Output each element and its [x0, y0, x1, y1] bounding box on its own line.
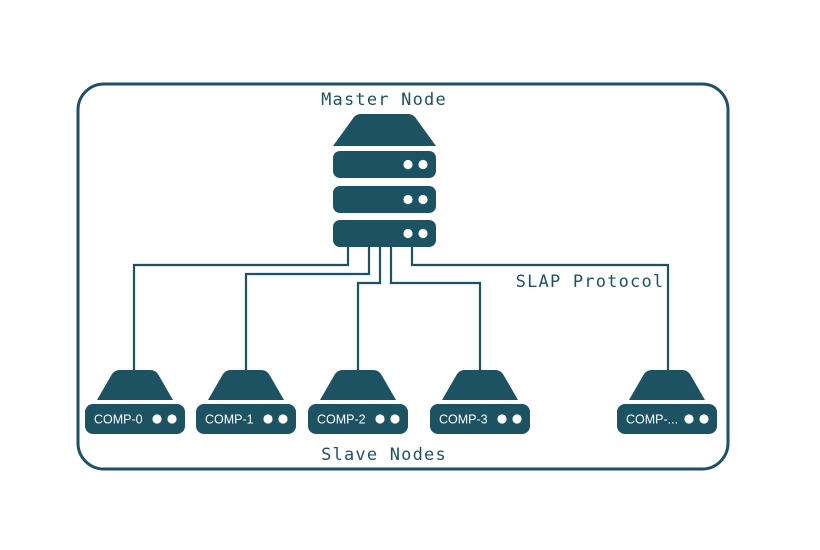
slave-node-comp-0[interactable]: COMP-0 [85, 370, 185, 434]
master-row-1-status-dot [418, 194, 428, 205]
master-node-title: Master Node [321, 90, 447, 110]
slave-nodes-title: Slave Nodes [321, 445, 447, 465]
slave-node-label-comp-more: COMP-... [626, 413, 678, 427]
diagram-canvas: Master Node COMP-0 COMP-1 COMP-2 COMP-3 COMP… [76, 82, 730, 471]
master-row-1-status-dot [403, 194, 413, 205]
master-row-0-status-dot [418, 159, 428, 170]
slave-node-cap-comp-0 [97, 370, 173, 400]
slave-comp-2-status-dot [390, 414, 400, 424]
connection-lines [132, 247, 670, 370]
slave-node-comp-3[interactable]: COMP-3 [430, 370, 530, 434]
slave-comp-0-status-dot [152, 414, 162, 424]
slave-node-comp-2[interactable]: COMP-2 [308, 370, 408, 434]
slave-node-cap-comp-more [629, 370, 705, 400]
master-node-cap [333, 114, 436, 146]
slave-nodes: COMP-0 COMP-1 COMP-2 COMP-3 COMP-... [85, 370, 717, 434]
slave-node-comp-1[interactable]: COMP-1 [196, 370, 296, 434]
slave-node-cap-comp-3 [442, 370, 518, 400]
slave-node-cap-comp-2 [320, 370, 396, 400]
slave-node-label-comp-1: COMP-1 [205, 413, 254, 427]
master-row-2-status-dot [403, 228, 413, 239]
slave-comp-more-status-dot [699, 414, 709, 424]
slave-comp-3-status-dot [497, 414, 507, 424]
slave-comp-3-status-dot [512, 414, 522, 424]
cluster-architecture-diagram: Master Node COMP-0 COMP-1 COMP-2 COMP-3 COMP… [0, 0, 820, 550]
slave-comp-more-status-dot [684, 414, 694, 424]
slave-node-label-comp-3: COMP-3 [439, 413, 488, 427]
slave-node-comp-more[interactable]: COMP-... [617, 370, 717, 434]
connection-master-to-comp-more [410, 247, 670, 370]
connection-master-to-comp-0 [132, 247, 350, 370]
master-row-2-status-dot [418, 228, 428, 239]
slave-node-label-comp-0: COMP-0 [94, 413, 143, 427]
slave-comp-1-status-dot [278, 414, 288, 424]
master-node[interactable] [333, 114, 436, 247]
slave-comp-2-status-dot [375, 414, 385, 424]
slave-comp-0-status-dot [167, 414, 177, 424]
slave-node-cap-comp-1 [208, 370, 284, 400]
master-row-0-status-dot [403, 159, 413, 170]
slave-comp-1-status-dot [263, 414, 273, 424]
slave-node-label-comp-2: COMP-2 [317, 413, 366, 427]
slap-protocol-label: SLAP Protocol [516, 272, 665, 292]
